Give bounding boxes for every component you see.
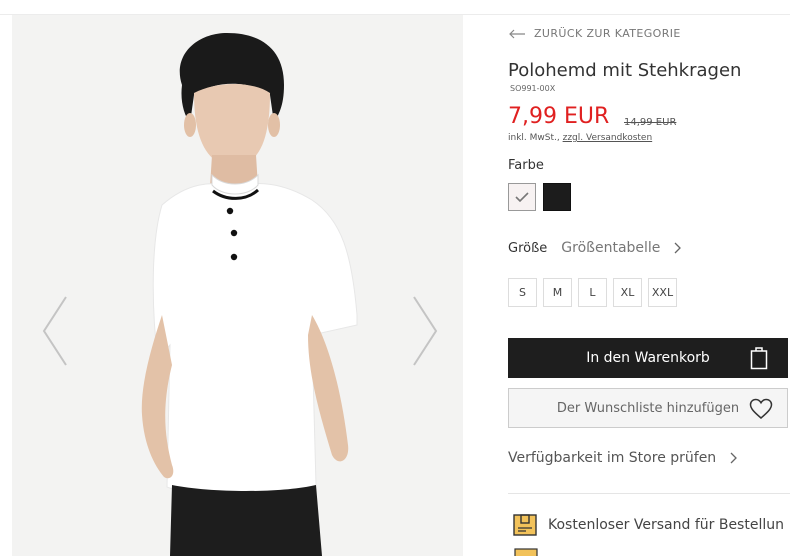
gallery-next-button[interactable] [410, 295, 440, 367]
size-option-xl[interactable]: XL [613, 278, 642, 307]
arrow-left-icon [509, 29, 525, 38]
color-swatch-black[interactable] [543, 183, 571, 211]
add-to-wishlist-button[interactable]: Der Wunschliste hinzufügen [508, 388, 788, 428]
current-price: 7,99 EUR [508, 104, 610, 129]
size-options: S M L XL XXL [508, 278, 677, 307]
size-option-s[interactable]: S [508, 278, 537, 307]
add-to-cart-button[interactable]: In den Warenkorb [508, 338, 788, 378]
heart-icon [749, 398, 773, 419]
chevron-left-icon [42, 296, 67, 366]
product-gallery [12, 15, 463, 556]
size-option-m[interactable]: M [543, 278, 572, 307]
shopping-bag-icon [750, 347, 768, 370]
shipping-costs-link[interactable]: zzgl. Versandkosten [563, 133, 653, 143]
tax-note: inkl. MwSt., zzgl. Versandkosten [508, 133, 652, 143]
tax-label: inkl. MwSt., [508, 133, 560, 143]
size-row: Größe Größentabelle [508, 240, 682, 256]
box-icon [514, 548, 538, 556]
product-photo [141, 33, 358, 556]
product-sku: SO991-00X [510, 84, 556, 93]
store-availability-label: Verfügbarkeit im Store prüfen [508, 450, 717, 466]
package-icon [513, 514, 537, 536]
product-title: Polohemd mit Stehkragen [508, 60, 742, 81]
chevron-right-icon [413, 296, 438, 366]
back-link-label: ZURÜCK ZUR KATEGORIE [534, 27, 681, 40]
free-shipping-label: Kostenloser Versand für Bestellun [548, 517, 784, 533]
product-info-panel: ZURÜCK ZUR KATEGORIE Polohemd mit Stehkr… [508, 0, 790, 556]
size-label: Größe [508, 240, 548, 256]
color-label: Farbe [508, 158, 544, 173]
section-divider [508, 493, 790, 494]
store-availability-link[interactable]: Verfügbarkeit im Store prüfen [508, 450, 738, 466]
add-to-cart-label: In den Warenkorb [586, 350, 710, 366]
chevron-right-icon[interactable] [674, 242, 682, 254]
free-shipping-benefit: Kostenloser Versand für Bestellun [512, 512, 784, 538]
size-option-xxl[interactable]: XXL [648, 278, 677, 307]
wishlist-label: Der Wunschliste hinzufügen [556, 400, 740, 416]
check-icon [515, 192, 529, 202]
size-chart-link[interactable]: Größentabelle [561, 240, 660, 256]
chevron-right-icon [730, 452, 738, 464]
old-price: 14,99 EUR [624, 117, 677, 128]
back-to-category-link[interactable]: ZURÜCK ZUR KATEGORIE [508, 27, 681, 40]
gallery-prev-button[interactable] [40, 295, 70, 367]
size-option-l[interactable]: L [578, 278, 607, 307]
color-swatch-white[interactable] [508, 183, 536, 211]
